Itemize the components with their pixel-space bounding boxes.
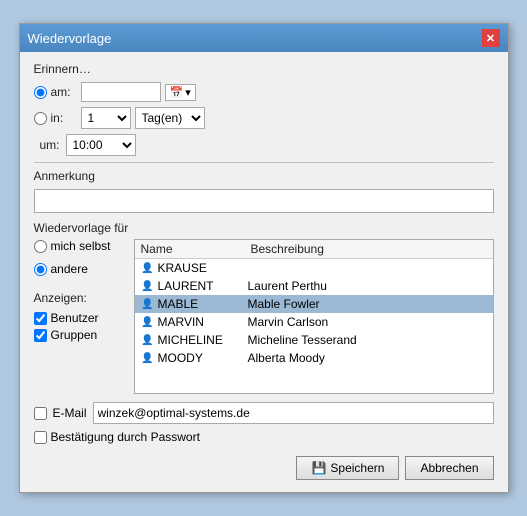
in-radio[interactable] xyxy=(34,112,47,125)
separator-1 xyxy=(34,162,494,163)
in-label: in: xyxy=(51,111,81,125)
wf-left: mich selbst andere Anzeigen: Benutzer xyxy=(34,239,124,394)
cell-desc: Micheline Tesserand xyxy=(248,333,487,347)
cell-desc: Marvin Carlson xyxy=(248,315,487,329)
user-icon: 👤 xyxy=(141,315,155,329)
col-desc-header: Beschreibung xyxy=(251,242,487,256)
save-button[interactable]: 💾 Speichern xyxy=(296,456,399,480)
email-section: E-Mail winzek@optimal-systems.de xyxy=(34,402,494,424)
cancel-button[interactable]: Abbrechen xyxy=(405,456,493,480)
email-input[interactable]: winzek@optimal-systems.de xyxy=(93,402,494,424)
benutzer-label: Benutzer xyxy=(51,311,99,325)
table-row[interactable]: 👤 KRAUSE xyxy=(135,259,493,277)
anmerkung-section: Anmerkung xyxy=(34,169,494,213)
dialog-title: Wiedervorlage xyxy=(28,31,112,46)
benutzer-checkbox[interactable] xyxy=(34,312,47,325)
date-input[interactable]: 16.06.2014 xyxy=(81,82,161,102)
erinnern-label: Erinnern… xyxy=(34,62,494,76)
table-row[interactable]: 👤 MOODY Alberta Moody xyxy=(135,349,493,367)
dialog: Wiedervorlage ✕ Erinnern… am: 16.06.2014… xyxy=(19,23,509,493)
cell-name: 👤 KRAUSE xyxy=(141,261,248,275)
um-label: um: xyxy=(40,138,66,152)
anmerkung-input[interactable] xyxy=(34,189,494,213)
am-radio-label[interactable]: am: xyxy=(34,85,81,99)
table-body[interactable]: 👤 KRAUSE 👤 LAURENT Laurent Perthu 👤 MABL… xyxy=(135,259,493,393)
table-row[interactable]: 👤 LAURENT Laurent Perthu xyxy=(135,277,493,295)
user-icon: 👤 xyxy=(141,279,155,293)
cancel-label: Abbrechen xyxy=(420,461,478,475)
calendar-button[interactable]: 📅 ▾ xyxy=(165,84,196,101)
close-button[interactable]: ✕ xyxy=(482,29,500,47)
time-select[interactable]: 10:0009:0011:0012:00 xyxy=(66,134,136,156)
andere-radio-label[interactable]: andere xyxy=(34,262,124,276)
in-number-select[interactable]: 12357 xyxy=(81,107,131,129)
cell-desc: Alberta Moody xyxy=(248,351,487,365)
mich-selbst-radio-label[interactable]: mich selbst xyxy=(34,239,124,253)
table-row[interactable]: 👤 MICHELINE Micheline Tesserand xyxy=(135,331,493,349)
email-label: E-Mail xyxy=(53,406,87,420)
calendar-arrow: ▾ xyxy=(185,86,191,99)
benutzer-row: Benutzer xyxy=(34,311,124,325)
mich-selbst-label: mich selbst xyxy=(51,239,111,253)
dialog-body: Erinnern… am: 16.06.2014 📅 ▾ in: 12357 xyxy=(20,52,508,492)
cell-name: 👤 MARVIN xyxy=(141,315,248,329)
user-icon: 👤 xyxy=(141,333,155,347)
title-bar: Wiedervorlage ✕ xyxy=(20,24,508,52)
wf-inner: mich selbst andere Anzeigen: Benutzer xyxy=(34,239,494,394)
gruppen-label: Gruppen xyxy=(51,328,98,342)
cell-name: 👤 MABLE xyxy=(141,297,248,311)
user-icon: 👤 xyxy=(141,351,155,365)
in-radio-label[interactable]: in: xyxy=(34,111,81,125)
user-icon: 👤 xyxy=(141,261,155,275)
wf-right: Name Beschreibung 👤 KRAUSE 👤 LAURENT Lau… xyxy=(134,239,494,394)
andere-radio[interactable] xyxy=(34,263,47,276)
andere-label: andere xyxy=(51,262,88,276)
cell-desc: Mable Fowler xyxy=(248,297,487,311)
anzeigen-section: Anzeigen: Benutzer Gruppen xyxy=(34,291,124,345)
um-row: um: 10:0009:0011:0012:00 xyxy=(34,134,494,156)
anzeigen-label: Anzeigen: xyxy=(34,291,124,305)
email-checkbox[interactable] xyxy=(34,407,47,420)
gruppen-row: Gruppen xyxy=(34,328,124,342)
wiedervorlage-fuer-section: Wiedervorlage für mich selbst andere Anz… xyxy=(34,221,494,394)
table-row[interactable]: 👤 MARVIN Marvin Carlson xyxy=(135,313,493,331)
cell-desc: Laurent Perthu xyxy=(248,279,487,293)
am-radio[interactable] xyxy=(34,86,47,99)
save-label: Speichern xyxy=(330,461,384,475)
cell-name: 👤 MICHELINE xyxy=(141,333,248,347)
gruppen-checkbox[interactable] xyxy=(34,329,47,342)
cell-name: 👤 LAURENT xyxy=(141,279,248,293)
table-row[interactable]: 👤 MABLE Mable Fowler xyxy=(135,295,493,313)
calendar-icon: 📅 xyxy=(170,86,184,99)
col-name-header: Name xyxy=(141,242,251,256)
cell-name: 👤 MOODY xyxy=(141,351,248,365)
anmerkung-label: Anmerkung xyxy=(34,169,494,183)
bestaetigung-label: Bestätigung durch Passwort xyxy=(51,430,200,444)
mich-selbst-radio[interactable] xyxy=(34,240,47,253)
in-row: in: 12357 Tag(en)Woche(n)Monat(e) xyxy=(34,107,494,129)
user-table: Name Beschreibung 👤 KRAUSE 👤 LAURENT Lau… xyxy=(134,239,494,394)
tag-select[interactable]: Tag(en)Woche(n)Monat(e) xyxy=(135,107,205,129)
button-row: 💾 Speichern Abbrechen xyxy=(34,456,494,480)
save-icon: 💾 xyxy=(311,461,326,475)
wiedervorlage-fuer-label: Wiedervorlage für xyxy=(34,221,494,235)
bestaetigung-checkbox[interactable] xyxy=(34,431,47,444)
date-row: 16.06.2014 📅 ▾ xyxy=(81,82,196,102)
bestaetigung-row: Bestätigung durch Passwort xyxy=(34,430,494,444)
am-label: am: xyxy=(51,85,81,99)
table-header: Name Beschreibung xyxy=(135,240,493,259)
am-row: am: 16.06.2014 📅 ▾ xyxy=(34,82,494,102)
user-icon: 👤 xyxy=(141,297,155,311)
